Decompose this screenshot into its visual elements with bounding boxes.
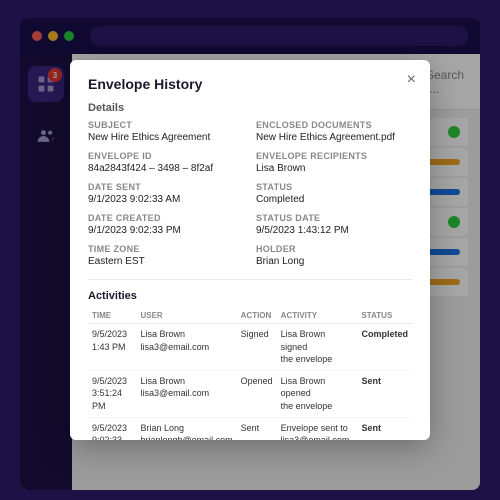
activity-user: Lisa Brown lisa3@email.com [136,324,236,371]
status-group: Status Completed [256,182,412,207]
holder-label: Holder [256,244,412,254]
activity-action: Sent [237,417,277,440]
activity-status: Completed [357,324,412,371]
subject-group: Subject New Hire Ethics Agreement [88,120,244,145]
recipients-label: Envelope Recipients [256,151,412,161]
subject-value: New Hire Ethics Agreement [88,131,244,145]
col-user: USER [136,308,236,324]
subject-label: Subject [88,120,244,130]
col-time: TIME [88,308,136,324]
time-zone-value: Eastern EST [88,255,244,269]
activity-status: Sent [357,370,412,417]
envelope-history-modal: Envelope History × Details Subject New H… [70,60,430,440]
modal-overlay[interactable]: Envelope History × Details Subject New H… [0,0,500,500]
activity-time: 9/5/2023 3:51:24 PM [88,370,136,417]
details-grid: Subject New Hire Ethics Agreement Enclos… [88,120,412,269]
activity-row: 9/5/2023 1:43 PMLisa Brown lisa3@email.c… [88,324,412,371]
status-date-group: Status Date 9/5/2023 1:43:12 PM [256,213,412,238]
time-zone-group: Time Zone Eastern EST [88,244,244,269]
activity-description: Lisa Brown signed the envelope [277,324,358,371]
envelope-id-group: Envelope ID 84a2843f424 – 3498 – 8f2af [88,151,244,176]
divider [88,279,412,280]
modal-title: Envelope History [88,76,412,92]
activity-row: 9/5/2023 9:02:33 AMBrian Long brianlongb… [88,417,412,440]
col-activity: ACTIVITY [277,308,358,324]
date-created-label: Date Created [88,213,244,223]
date-created-group: Date Created 9/1/2023 9:02:33 PM [88,213,244,238]
status-date-label: Status Date [256,213,412,223]
enclosed-docs-label: Enclosed Documents [256,120,412,130]
activities-table: TIME USER ACTION ACTIVITY STATUS 9/5/202… [88,308,412,440]
recipients-group: Envelope Recipients Lisa Brown [256,151,412,176]
envelope-id-value: 84a2843f424 – 3498 – 8f2af [88,162,244,176]
envelope-id-label: Envelope ID [88,151,244,161]
holder-value: Brian Long [256,255,412,269]
activity-action: Signed [237,324,277,371]
time-zone-label: Time Zone [88,244,244,254]
activity-user: Lisa Brown lisa3@email.com [136,370,236,417]
enclosed-docs-value: New Hire Ethics Agreement.pdf [256,131,412,145]
enclosed-docs-group: Enclosed Documents New Hire Ethics Agree… [256,120,412,145]
status-date-value: 9/5/2023 1:43:12 PM [256,224,412,238]
date-created-value: 9/1/2023 9:02:33 PM [88,224,244,238]
modal-close-button[interactable]: × [407,72,416,88]
activity-status: Sent [357,417,412,440]
activity-description: Lisa Brown opened the envelope [277,370,358,417]
status-label: Status [256,182,412,192]
activity-time: 9/5/2023 9:02:33 AM [88,417,136,440]
date-sent-value: 9/1/2023 9:02:33 AM [88,193,244,207]
status-value: Completed [256,193,412,207]
activity-user: Brian Long brianlongb@email.com [136,417,236,440]
date-sent-group: Date Sent 9/1/2023 9:02:33 AM [88,182,244,207]
activity-action: Opened [237,370,277,417]
activities-title: Activities [88,290,412,302]
date-sent-label: Date Sent [88,182,244,192]
col-status: STATUS [357,308,412,324]
activity-row: 9/5/2023 3:51:24 PMLisa Brown lisa3@emai… [88,370,412,417]
details-section-title: Details [88,102,412,114]
holder-group: Holder Brian Long [256,244,412,269]
col-action: ACTION [237,308,277,324]
activity-description: Envelope sent to lisa3@email.com [277,417,358,440]
recipients-value: Lisa Brown [256,162,412,176]
activity-time: 9/5/2023 1:43 PM [88,324,136,371]
